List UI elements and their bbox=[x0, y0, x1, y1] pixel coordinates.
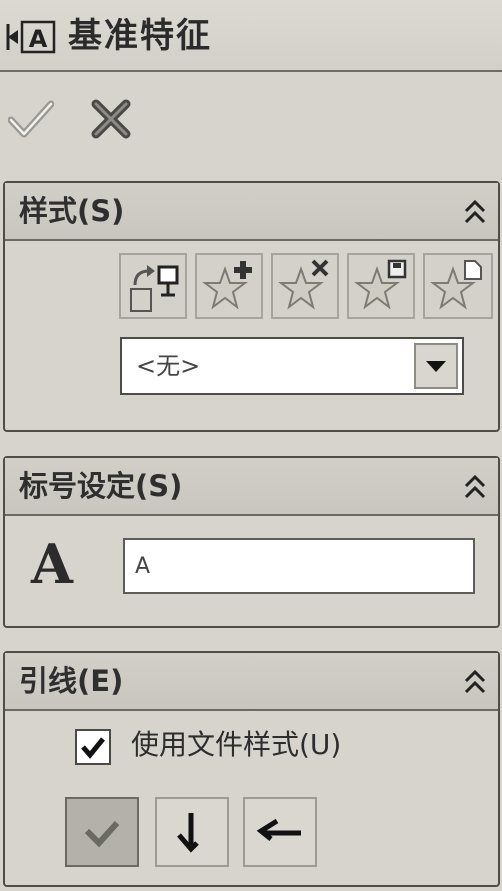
checkmark-icon[interactable] bbox=[8, 96, 54, 142]
datum-feature-icon: A bbox=[6, 20, 56, 54]
leader-panel-title: 引线(E) bbox=[19, 664, 124, 698]
leader-angled-icon bbox=[84, 820, 120, 848]
apply-default-style-button[interactable] bbox=[119, 253, 187, 319]
add-style-icon bbox=[202, 261, 252, 310]
double-chevron-up-icon[interactable] bbox=[460, 667, 490, 697]
double-chevron-up-icon[interactable] bbox=[460, 197, 490, 227]
save-style-button[interactable] bbox=[347, 253, 415, 319]
label-settings-panel: 标号设定(S) A bbox=[3, 456, 500, 628]
leader-panel-body: 使用文件样式(U) bbox=[5, 711, 498, 885]
leader-panel: 引线(E) 使用文件样式(U) bbox=[3, 651, 500, 887]
leader-angled-button[interactable] bbox=[65, 797, 139, 867]
style-select[interactable]: <无> bbox=[120, 337, 464, 395]
svg-text:A: A bbox=[29, 25, 48, 53]
style-select-value: <无> bbox=[136, 352, 201, 380]
label-letter-icon: A bbox=[31, 532, 73, 596]
use-document-style-checkbox[interactable] bbox=[75, 729, 111, 765]
label-settings-panel-body: A bbox=[5, 516, 498, 626]
leader-panel-header[interactable]: 引线(E) bbox=[5, 653, 498, 711]
add-style-button[interactable] bbox=[195, 253, 263, 319]
load-style-icon bbox=[430, 260, 482, 310]
checkmark-icon bbox=[81, 737, 105, 759]
style-panel-body: <无> bbox=[5, 241, 498, 430]
save-style-icon bbox=[354, 259, 407, 310]
leader-horizontal-button[interactable] bbox=[243, 797, 317, 867]
action-bar bbox=[0, 86, 502, 166]
apply-default-style-icon bbox=[130, 265, 179, 312]
load-style-button[interactable] bbox=[423, 253, 493, 319]
page-title: 基准特征 bbox=[68, 16, 212, 56]
label-settings-panel-header[interactable]: 标号设定(S) bbox=[5, 458, 498, 516]
style-panel: 样式(S) <无> bbox=[3, 181, 500, 432]
delete-style-button[interactable] bbox=[271, 253, 339, 319]
double-chevron-up-icon[interactable] bbox=[460, 472, 490, 502]
title-bar: A 基准特征 bbox=[0, 0, 502, 72]
delete-style-icon bbox=[278, 259, 329, 310]
leader-horizontal-icon bbox=[256, 818, 301, 841]
style-select-button[interactable] bbox=[414, 343, 458, 389]
style-panel-title: 样式(S) bbox=[19, 194, 125, 228]
close-icon[interactable] bbox=[88, 96, 134, 142]
use-document-style-label[interactable]: 使用文件样式(U) bbox=[131, 725, 341, 765]
leader-vertical-icon bbox=[177, 813, 199, 853]
chevron-down-icon bbox=[426, 361, 446, 372]
label-settings-panel-title: 标号设定(S) bbox=[19, 469, 183, 503]
label-input[interactable] bbox=[123, 538, 475, 594]
leader-vertical-button[interactable] bbox=[155, 797, 229, 867]
style-panel-header[interactable]: 样式(S) bbox=[5, 183, 498, 241]
